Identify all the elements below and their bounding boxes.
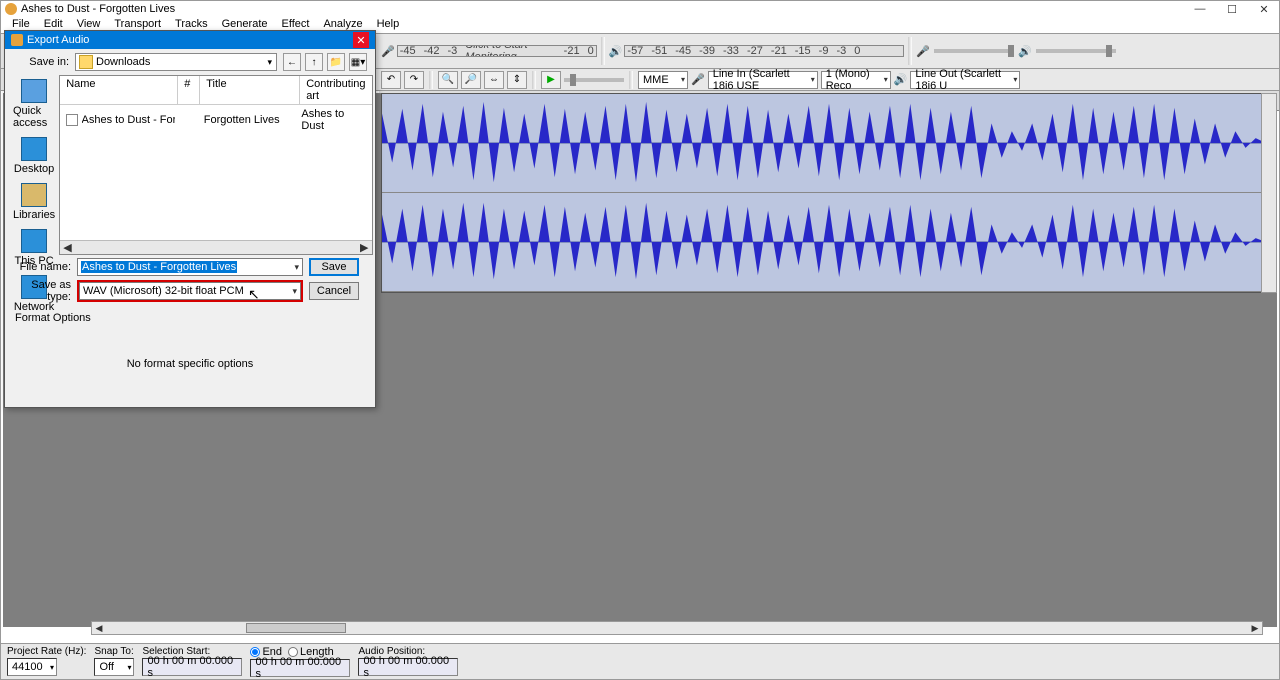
file-list-hscroll[interactable]: ◀▶ bbox=[60, 240, 371, 254]
volume-sliders: 🎤 🔊 bbox=[916, 45, 1115, 58]
dialog-title-bar: Export Audio ✕ bbox=[5, 31, 375, 49]
speaker-dev-icon: 🔊 bbox=[894, 73, 908, 86]
back-button[interactable]: ← bbox=[283, 53, 301, 71]
dialog-title: Export Audio bbox=[27, 34, 89, 46]
output-device-combo[interactable]: Line Out (Scarlett 18i6 U bbox=[910, 71, 1020, 89]
file-name-label: File name: bbox=[13, 261, 71, 273]
vertical-scrollbar[interactable] bbox=[1261, 93, 1277, 293]
col-num[interactable]: # bbox=[178, 76, 200, 104]
place-quick-access[interactable]: Quick access bbox=[13, 79, 55, 129]
audio-host-combo[interactable]: MME bbox=[638, 71, 688, 89]
snap-to-label: Snap To: bbox=[94, 646, 134, 657]
dialog-close-button[interactable]: ✕ bbox=[353, 32, 369, 48]
minimize-button[interactable]: — bbox=[1193, 3, 1207, 16]
mic-icon: 🎤 bbox=[381, 45, 395, 58]
close-button[interactable]: ✕ bbox=[1257, 3, 1271, 16]
scroll-left-arrow[interactable]: ◀ bbox=[92, 623, 106, 634]
zoom-out-button[interactable]: 🔎 bbox=[461, 71, 481, 89]
format-options-label: Format Options bbox=[5, 306, 375, 330]
dialog-icon bbox=[11, 34, 23, 46]
file-name-field[interactable]: Ashes to Dust - Forgotten Lives bbox=[77, 258, 303, 276]
waveform-right-channel bbox=[382, 193, 1276, 292]
scroll-right-arrow[interactable]: ▶ bbox=[1248, 623, 1262, 634]
col-name[interactable]: Name bbox=[60, 76, 178, 104]
file-icon bbox=[66, 114, 77, 126]
place-desktop[interactable]: Desktop bbox=[14, 137, 54, 175]
project-rate-label: Project Rate (Hz): bbox=[7, 646, 86, 657]
fit-project-button[interactable]: ⇕ bbox=[507, 71, 527, 89]
speaker-vol-icon: 🔊 bbox=[1018, 45, 1032, 58]
selection-end-field[interactable]: 00 h 00 m 00.000 s bbox=[250, 659, 350, 677]
meter-section-left: 🎤 -45 -42 -3 Click to Start Monitoring -… bbox=[381, 45, 597, 58]
places-bar: Quick access Desktop Libraries This PC N… bbox=[13, 75, 55, 255]
cancel-button[interactable]: Cancel bbox=[309, 282, 359, 300]
no-format-options-text: No format specific options bbox=[5, 330, 375, 398]
snap-to-combo[interactable]: Off bbox=[94, 658, 134, 676]
redo-button[interactable]: ↷ bbox=[404, 71, 424, 89]
mic-vol-icon: 🎤 bbox=[916, 45, 930, 58]
fit-selection-button[interactable]: ⇔ bbox=[484, 71, 504, 89]
file-list-header: Name # Title Contributing art bbox=[60, 76, 371, 105]
new-folder-button[interactable]: 📁 bbox=[327, 53, 345, 71]
waveform-left-channel bbox=[382, 94, 1276, 193]
speed-slider[interactable] bbox=[564, 78, 624, 82]
recording-meter[interactable]: -45 -42 -3 Click to Start Monitoring -21… bbox=[397, 45, 597, 57]
audio-position-field[interactable]: 00 h 00 m 00.000 s bbox=[358, 658, 458, 676]
waveform-display[interactable] bbox=[381, 93, 1277, 293]
view-menu-button[interactable]: ▦▾ bbox=[349, 53, 367, 71]
title-bar: Ashes to Dust - Forgotten Lives — ☐ ✕ bbox=[1, 1, 1279, 17]
file-row[interactable]: Ashes to Dust - Forgot... Forgotten Live… bbox=[60, 105, 371, 135]
window-title: Ashes to Dust - Forgotten Lives bbox=[21, 3, 1193, 15]
save-button[interactable]: Save bbox=[309, 258, 359, 276]
save-as-type-combo[interactable]: WAV (Microsoft) 32-bit float PCM bbox=[79, 282, 301, 300]
playback-meter[interactable]: -57 -51 -45 -39 -33 -27 -21 -15 -9 -3 0 bbox=[624, 45, 904, 57]
place-libraries[interactable]: Libraries bbox=[13, 183, 55, 221]
mic-dev-icon: 🎤 bbox=[691, 73, 705, 86]
file-list[interactable]: Name # Title Contributing art Ashes to D… bbox=[59, 75, 372, 255]
col-title[interactable]: Title bbox=[200, 76, 300, 104]
speaker-icon: 🔊 bbox=[609, 45, 623, 58]
input-device-combo[interactable]: Line In (Scarlett 18i6 USE bbox=[708, 71, 818, 89]
save-as-type-label: Save as type: bbox=[13, 279, 71, 303]
rec-volume-slider[interactable] bbox=[934, 49, 1014, 53]
undo-button[interactable]: ↶ bbox=[381, 71, 401, 89]
export-audio-dialog: Export Audio ✕ Save in: Downloads ← ↑ 📁 … bbox=[4, 30, 376, 408]
maximize-button[interactable]: ☐ bbox=[1225, 3, 1239, 16]
save-in-combo[interactable]: Downloads bbox=[75, 53, 277, 71]
zoom-in-button[interactable]: 🔍 bbox=[438, 71, 458, 89]
status-bar: Project Rate (Hz): 44100 Snap To: Off Se… bbox=[1, 643, 1279, 679]
meter-section-right: 🔊 -57 -51 -45 -39 -33 -27 -21 -15 -9 -3 … bbox=[609, 45, 905, 58]
channels-combo[interactable]: 1 (Mono) Reco bbox=[821, 71, 891, 89]
play-volume-slider[interactable] bbox=[1036, 49, 1116, 53]
play-button-small[interactable]: ▶ bbox=[541, 71, 561, 89]
col-artist[interactable]: Contributing art bbox=[300, 76, 371, 104]
scroll-thumb[interactable] bbox=[246, 623, 346, 633]
project-rate-combo[interactable]: 44100 bbox=[7, 658, 57, 676]
up-button[interactable]: ↑ bbox=[305, 53, 323, 71]
horizontal-scrollbar[interactable]: ◀ ▶ bbox=[91, 621, 1263, 635]
save-in-label: Save in: bbox=[13, 56, 69, 68]
selection-start-field[interactable]: 00 h 00 m 00.000 s bbox=[142, 658, 242, 676]
monitor-hint: Click to Start Monitoring bbox=[465, 45, 555, 57]
app-icon bbox=[5, 3, 17, 15]
